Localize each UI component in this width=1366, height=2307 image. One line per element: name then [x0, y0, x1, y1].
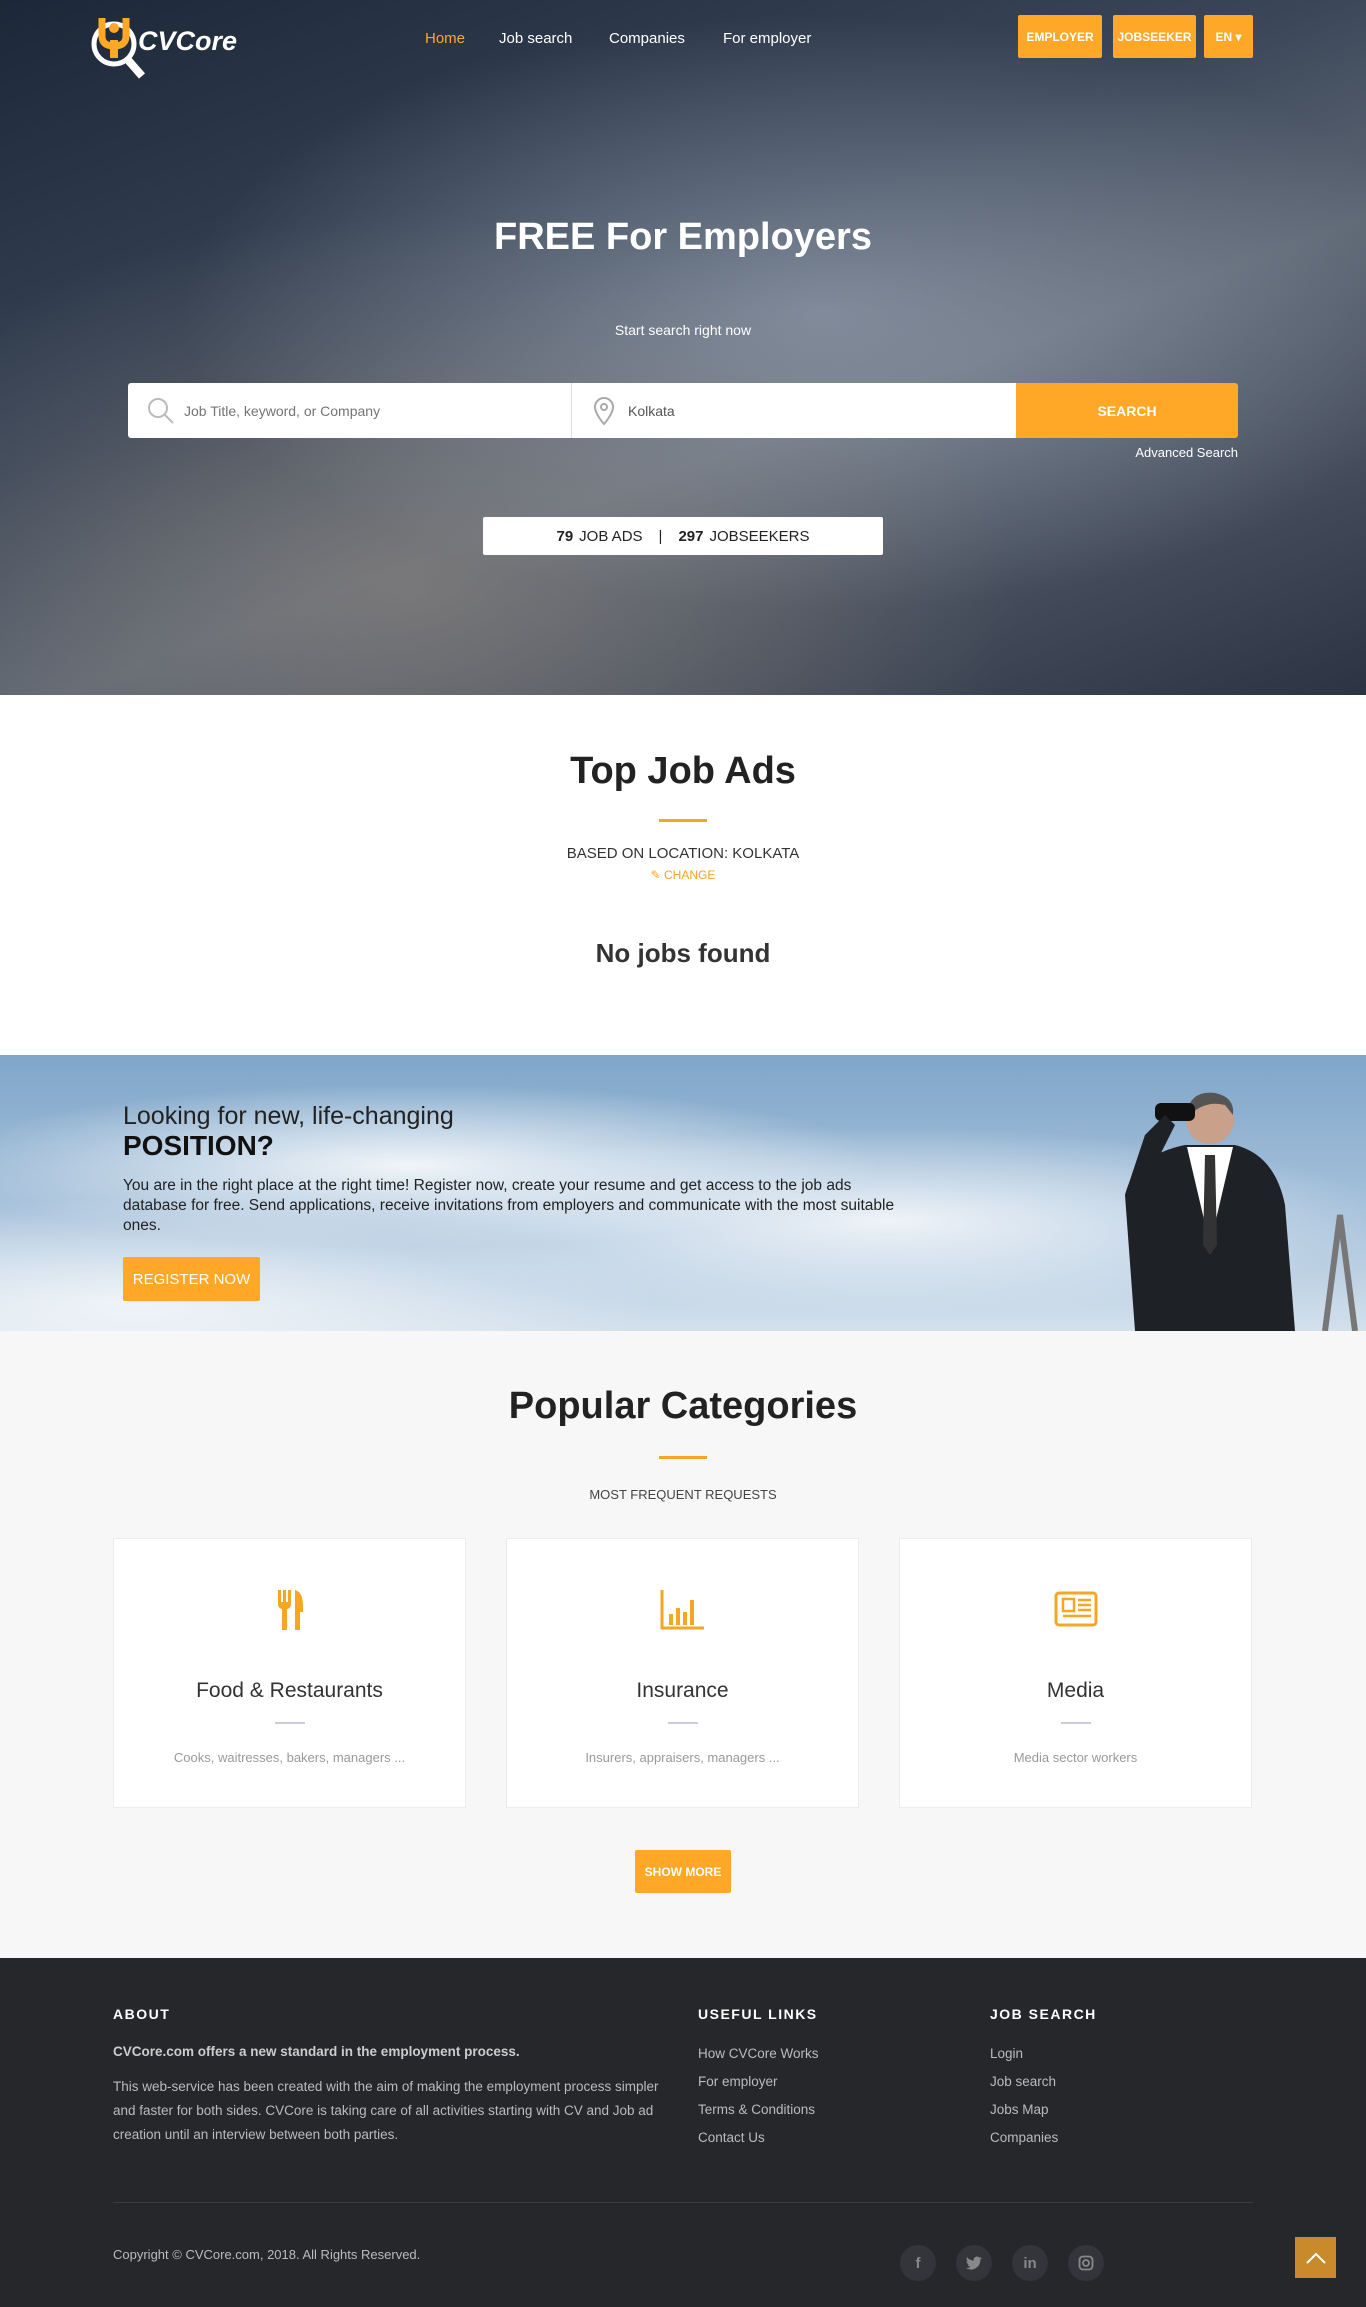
category-card-media[interactable]: Media Media sector workers — [899, 1538, 1252, 1808]
category-name: Food & Restaurants — [196, 1679, 383, 1702]
footer-about-text: This web-service has been created with t… — [113, 2079, 659, 2142]
categories-subtitle: MOST FREQUENT REQUESTS — [589, 1487, 777, 1502]
instagram-icon[interactable] — [1068, 2245, 1104, 2281]
categories-title: Popular Categories — [508, 1385, 858, 1427]
bar-chart-icon — [660, 1590, 704, 1630]
hero-section — [0, 0, 1366, 695]
footer-link-job-search[interactable]: Job search — [990, 2074, 1056, 2089]
banner-text: You are in the right place at the right … — [123, 1177, 895, 1234]
location-field[interactable]: Kolkata — [572, 383, 1016, 438]
jobseekers-count: 297 — [678, 527, 704, 545]
register-now-button[interactable]: REGISTER NOW — [123, 1257, 260, 1301]
job-ads-count: 79 — [556, 527, 574, 545]
jobseekers-label: JOBSEEKERS — [709, 527, 810, 545]
change-location-link[interactable]: ✎ CHANGE — [0, 868, 1366, 882]
show-more-button[interactable]: SHOW MORE — [635, 1850, 731, 1893]
footer-jobsearch-heading: JOB SEARCH — [990, 2006, 1097, 2022]
scroll-to-top-button[interactable] — [1295, 2237, 1336, 2278]
title-underline — [659, 819, 707, 822]
banner-line1: Looking for new, life-changing — [123, 1102, 454, 1130]
twitter-icon[interactable] — [956, 2245, 992, 2281]
stats-box: 79 JOB ADS | 297 JOBSEEKERS — [483, 517, 883, 555]
nav-job-search[interactable]: Job search — [499, 30, 572, 47]
footer-useful-heading: USEFUL LINKS — [698, 2006, 818, 2022]
stats-separator: | — [658, 527, 663, 545]
nav-companies[interactable]: Companies — [609, 30, 685, 47]
linkedin-icon[interactable]: in — [1012, 2245, 1048, 2281]
keyword-input[interactable] — [184, 402, 564, 419]
footer-divider — [113, 2202, 1253, 2203]
category-desc: Media sector workers — [1013, 1750, 1138, 1765]
logo-text: CVCore — [138, 26, 238, 56]
advanced-search-link[interactable]: Advanced Search — [1100, 445, 1238, 460]
top-jobs-title: Top Job Ads — [570, 750, 796, 792]
divider — [274, 1722, 305, 1724]
nav-home[interactable]: Home — [425, 30, 465, 47]
change-label: CHANGE — [664, 868, 716, 882]
footer-link-for-employer[interactable]: For employer — [698, 2074, 778, 2089]
newspaper-icon — [1054, 1591, 1097, 1627]
search-button[interactable]: SEARCH — [1016, 383, 1238, 438]
nav-for-employer[interactable]: For employer — [723, 30, 811, 47]
job-ads-label: JOB ADS — [579, 527, 643, 545]
category-desc: Cooks, waitresses, bakers, managers ... — [173, 1750, 406, 1765]
utensils-icon — [277, 1590, 303, 1630]
footer-about-heading: ABOUT — [113, 2006, 171, 2022]
copyright: Copyright © CVCore.com, 2018. All Rights… — [113, 2247, 421, 2262]
jobseeker-button[interactable]: JOBSEEKER — [1113, 15, 1196, 58]
location-label: BASED ON LOCATION: KOLKATA — [566, 845, 800, 862]
title-underline — [659, 1456, 707, 1459]
category-desc: Insurers, appraisers, managers ... — [585, 1750, 780, 1765]
banner-line2: POSITION? — [123, 1130, 274, 1161]
hero-subtitle: Start search right now — [614, 322, 752, 338]
language-dropdown[interactable]: EN ▾ — [1204, 15, 1253, 58]
chevron-up-icon — [1305, 2252, 1326, 2264]
facebook-icon[interactable]: f — [900, 2245, 936, 2281]
footer-link-how-it-works[interactable]: How CVCore Works — [698, 2046, 819, 2061]
hero-title: FREE For Employers — [494, 216, 872, 258]
footer-link-contact[interactable]: Contact Us — [698, 2130, 765, 2145]
location-value: Kolkata — [628, 402, 675, 419]
footer-link-jobs-map[interactable]: Jobs Map — [990, 2102, 1049, 2117]
divider — [1060, 1722, 1091, 1724]
divider — [667, 1722, 698, 1724]
location-pin-icon — [593, 396, 615, 425]
employer-button[interactable]: EMPLOYER — [1018, 15, 1102, 58]
footer-link-terms[interactable]: Terms & Conditions — [698, 2102, 815, 2117]
search-icon — [148, 397, 174, 424]
footer-link-login[interactable]: Login — [990, 2046, 1023, 2061]
category-name: Insurance — [636, 1679, 729, 1702]
no-jobs-message: No jobs found — [595, 938, 771, 968]
edit-icon: ✎ — [650, 868, 665, 882]
category-name: Media — [1046, 1679, 1105, 1702]
footer-link-companies[interactable]: Companies — [990, 2130, 1058, 2145]
category-card-insurance[interactable]: Insurance Insurers, appraisers, managers… — [506, 1538, 859, 1808]
footer-about-lead: CVCore.com offers a new standard in the … — [113, 2044, 520, 2059]
keyword-field[interactable] — [128, 383, 572, 438]
businessman-image — [1125, 1092, 1358, 1331]
logo[interactable]: CVCore — [88, 14, 238, 86]
category-card-food[interactable]: Food & Restaurants Cooks, waitresses, ba… — [113, 1538, 466, 1808]
